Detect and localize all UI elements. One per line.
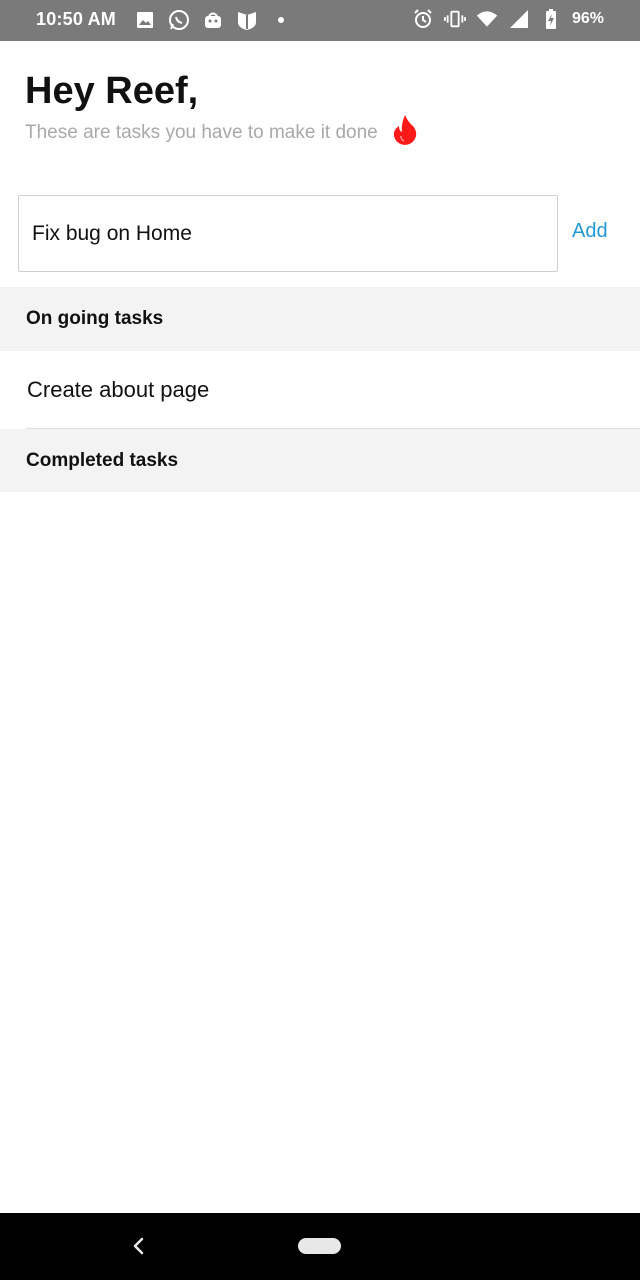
wifi-icon <box>476 8 498 30</box>
vibrate-icon <box>443 8 466 30</box>
alarm-icon <box>412 8 434 30</box>
new-task-input[interactable] <box>18 195 558 272</box>
add-task-button[interactable]: Add <box>572 220 608 243</box>
image-icon <box>134 9 156 31</box>
battery-charging-icon <box>540 8 562 30</box>
home-pill-button[interactable] <box>298 1238 341 1254</box>
completed-section-title: Completed tasks <box>26 449 179 471</box>
fire-icon <box>392 114 418 146</box>
completed-section-header: Completed tasks <box>0 429 640 492</box>
shield-icon <box>236 9 258 31</box>
subtitle-row: These are tasks you have to make it done <box>25 115 418 146</box>
notification-icons <box>134 9 292 31</box>
status-time: 10:50 AM <box>36 9 116 29</box>
ongoing-section-header: On going tasks <box>0 287 640 351</box>
ongoing-section-title: On going tasks <box>26 308 164 329</box>
signal-icon <box>508 8 530 30</box>
bag-icon <box>202 9 224 31</box>
battery-percent: 96% <box>571 10 604 27</box>
subtitle-text: These are tasks you have to make it done <box>25 122 378 143</box>
dot-icon <box>270 9 292 31</box>
greeting-title: Hey Reef, <box>25 70 199 112</box>
system-icons: 96% <box>412 8 604 30</box>
task-item-label: Create about page <box>27 377 210 402</box>
status-bar: 10:50 AM 96% <box>0 0 640 41</box>
back-icon[interactable] <box>128 1235 150 1257</box>
task-item[interactable]: Create about page <box>0 351 640 429</box>
app-screen: 10:50 AM 96% Hey Reef, These are tasks y… <box>0 0 640 1280</box>
whatsapp-icon <box>168 9 190 31</box>
